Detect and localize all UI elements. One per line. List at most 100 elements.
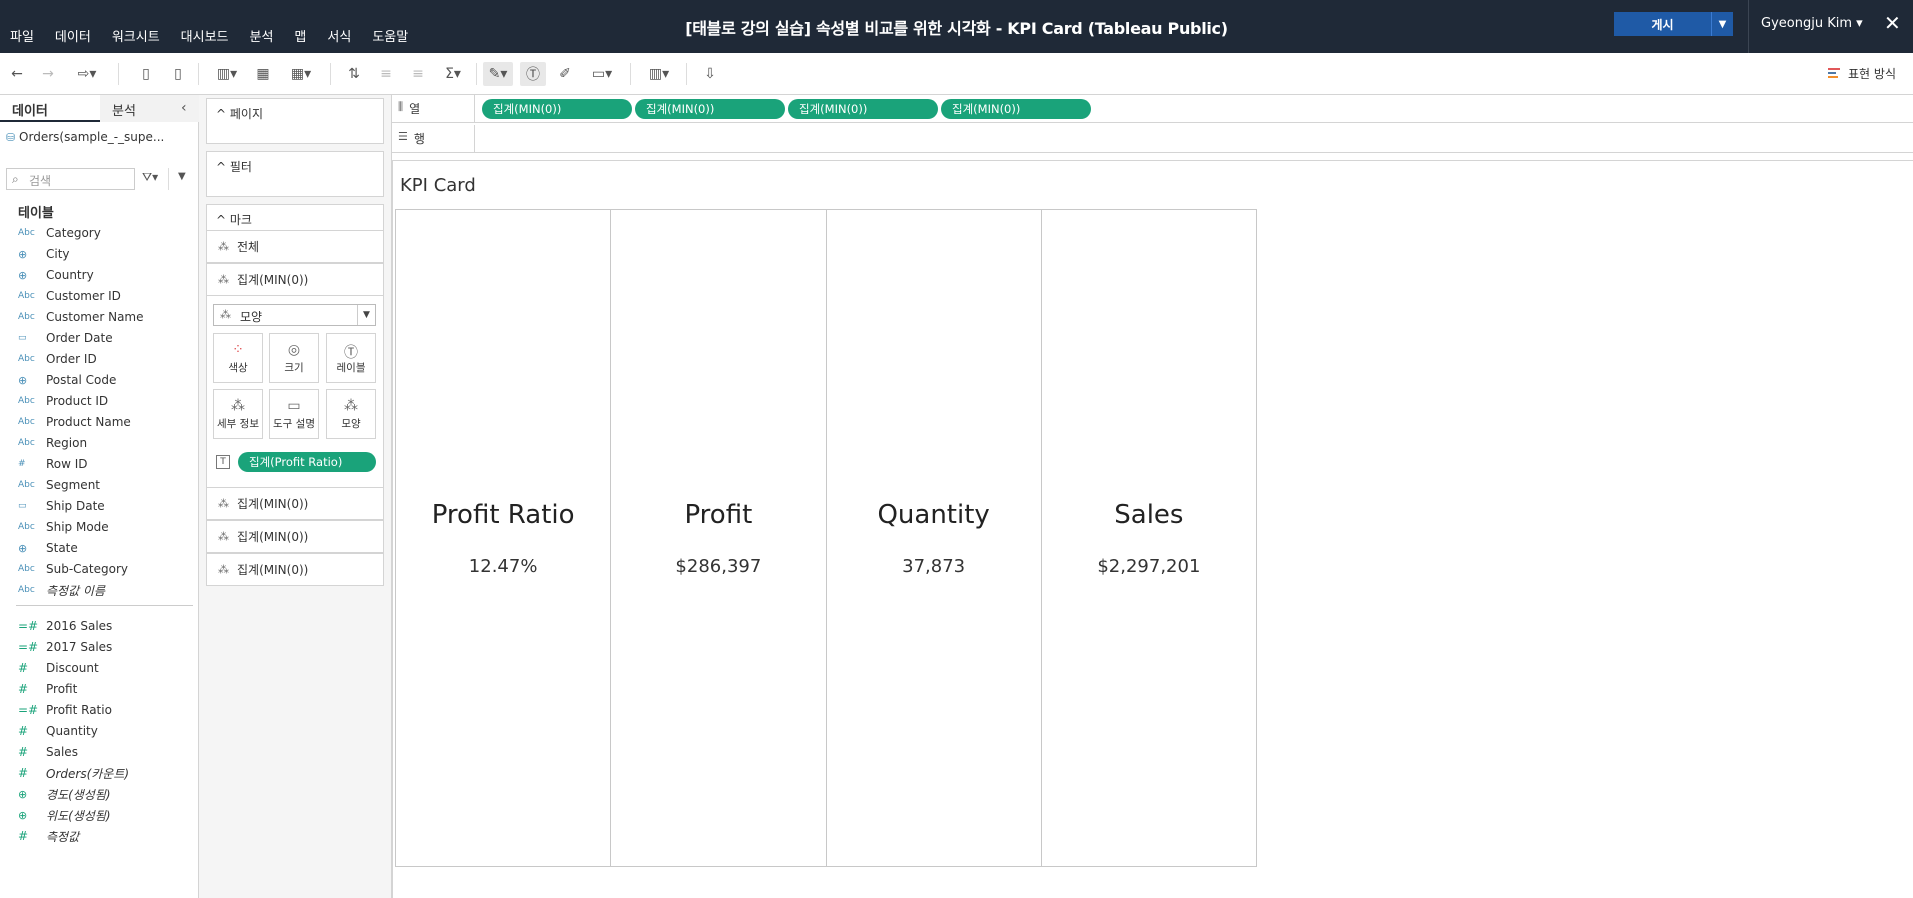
kpi-cell[interactable]: Sales $2,297,201: [1042, 210, 1256, 866]
field-item[interactable]: ⊕ Country: [18, 266, 94, 284]
publish-dropdown-icon[interactable]: ▼: [1711, 12, 1733, 36]
column-pill[interactable]: 집계(MIN(0)): [635, 99, 785, 119]
publish-button[interactable]: 게시: [1614, 12, 1711, 36]
menu-format[interactable]: 서식: [327, 26, 351, 45]
shape-button[interactable]: ⁂ 모양: [326, 389, 376, 439]
field-item[interactable]: =# 2016 Sales: [18, 617, 112, 635]
field-item[interactable]: Abc Customer Name: [18, 308, 144, 326]
pause-updates-icon[interactable]: ▯: [168, 62, 188, 86]
swap-rows-columns-icon[interactable]: ⇅: [344, 62, 364, 86]
field-item[interactable]: Abc Category: [18, 224, 101, 242]
collapse-caret-icon[interactable]: ^: [216, 213, 226, 227]
user-menu[interactable]: Gyeongju Kim ▾: [1761, 16, 1863, 31]
color-button[interactable]: ⁘ 색상: [213, 333, 263, 383]
field-item[interactable]: Abc Ship Mode: [18, 518, 109, 536]
duplicate-sheet-icon[interactable]: ▦: [252, 62, 274, 86]
kpi-cell[interactable]: Profit $286,397: [611, 210, 827, 866]
field-item[interactable]: ⊕ 위도(생성됨): [18, 806, 111, 824]
field-item[interactable]: # Profit: [18, 680, 77, 698]
marks-tab-agg[interactable]: ⁂ 집계(MIN(0)): [206, 553, 384, 586]
menu-data[interactable]: 데이터: [55, 26, 91, 45]
mark-type-dropdown[interactable]: ⁂ 모양 ▼: [213, 304, 376, 326]
undo-icon[interactable]: ←: [8, 62, 26, 86]
field-item[interactable]: # 측정값: [18, 827, 79, 845]
menu-worksheet[interactable]: 워크시트: [112, 26, 160, 45]
totals-icon[interactable]: Σ▾: [440, 62, 466, 86]
presentation-mode-icon[interactable]: ▥▾: [642, 62, 676, 86]
cards-pane: ^ 페이지 ^ 필터 ^ 마크 ⁂ 전체 ⁂ 집계(MIN(0)) ⁂ 모양 ▼ ⁘…: [199, 95, 392, 898]
datasource-item[interactable]: ⛁ Orders(sample_-_supe...: [6, 130, 164, 144]
menu-dashboard[interactable]: 대시보드: [181, 26, 229, 45]
field-item[interactable]: # Sales: [18, 743, 78, 761]
tab-data[interactable]: 데이터: [0, 95, 100, 122]
label-button[interactable]: Ⓣ 레이블: [326, 333, 376, 383]
field-item[interactable]: # Discount: [18, 659, 99, 677]
search-input[interactable]: ⌕ 검색: [6, 168, 135, 190]
pages-card[interactable]: ^ 페이지: [206, 98, 384, 144]
field-item[interactable]: Abc Customer ID: [18, 287, 121, 305]
redo-icon[interactable]: →: [39, 62, 57, 86]
column-pill[interactable]: 집계(MIN(0)): [788, 99, 938, 119]
format-workbook-icon[interactable]: ✐: [554, 62, 576, 86]
menu-analysis[interactable]: 분석: [250, 26, 274, 45]
replay-icon[interactable]: ⇨▾: [70, 62, 104, 86]
field-item[interactable]: Abc Sub-Category: [18, 560, 128, 578]
field-item[interactable]: ⊕ City: [18, 245, 70, 263]
shapes-icon: ⁂: [218, 530, 229, 543]
sheet-title[interactable]: KPI Card: [400, 175, 476, 196]
field-item[interactable]: ▭ Order Date: [18, 329, 113, 347]
marks-tab-agg[interactable]: ⁂ 집계(MIN(0)): [206, 263, 384, 296]
size-button[interactable]: ◎ 크기: [269, 333, 319, 383]
collapse-caret-icon[interactable]: ^: [216, 107, 226, 121]
field-item[interactable]: # Quantity: [18, 722, 98, 740]
close-icon[interactable]: ✕: [1884, 11, 1901, 35]
collapse-pane-icon[interactable]: ‹: [181, 100, 187, 116]
menu-file[interactable]: 파일: [10, 26, 34, 45]
show-labels-icon[interactable]: Ⓣ: [520, 62, 546, 86]
marks-tab-agg[interactable]: ⁂ 집계(MIN(0)): [206, 487, 384, 520]
field-item[interactable]: Abc 측정값 이름: [18, 581, 105, 599]
label-pill[interactable]: 집계(Profit Ratio): [238, 452, 376, 472]
columns-shelf[interactable]: ⫼ 열 집계(MIN(0)) 집계(MIN(0)) 집계(MIN(0)) 집계(…: [392, 95, 1913, 123]
new-datasource-icon[interactable]: ▯: [136, 62, 156, 86]
kpi-cell[interactable]: Quantity 37,873: [827, 210, 1042, 866]
detail-button[interactable]: ⁂ 세부 정보: [213, 389, 263, 439]
sort-descending-icon[interactable]: ≡: [408, 62, 428, 86]
field-item[interactable]: ⊕ 경도(생성됨): [18, 785, 111, 803]
field-item[interactable]: =# Profit Ratio: [18, 701, 112, 719]
field-name: 2016 Sales: [46, 619, 113, 633]
kpi-cell[interactable]: Profit Ratio 12.47%: [396, 210, 612, 866]
field-item[interactable]: Abc Order ID: [18, 350, 97, 368]
field-item[interactable]: Abc Segment: [18, 476, 100, 494]
new-worksheet-icon[interactable]: ▥▾: [214, 62, 240, 86]
filter-fields-icon[interactable]: ⛛▾: [142, 170, 158, 185]
marks-tab-all[interactable]: ⁂ 전체: [206, 230, 384, 263]
highlight-icon[interactable]: ✎▾: [483, 62, 513, 86]
menu-map[interactable]: 맵: [294, 26, 306, 45]
field-item[interactable]: Abc Product ID: [18, 392, 108, 410]
field-item[interactable]: # Row ID: [18, 455, 88, 473]
rows-shelf[interactable]: ☰ 행: [392, 125, 1913, 153]
field-item[interactable]: Abc Region: [18, 434, 87, 452]
field-item[interactable]: Abc Product Name: [18, 413, 131, 431]
column-pill[interactable]: 집계(MIN(0)): [482, 99, 632, 119]
show-me-button[interactable]: 표현 방식: [1828, 65, 1896, 82]
collapse-caret-icon[interactable]: ^: [216, 160, 226, 174]
field-item[interactable]: ▭ Ship Date: [18, 497, 105, 515]
column-pill[interactable]: 집계(MIN(0)): [941, 99, 1091, 119]
field-type-icon: #: [18, 682, 29, 696]
tooltip-button[interactable]: ▭ 도구 설명: [269, 389, 319, 439]
field-item[interactable]: ⊕ State: [18, 539, 78, 557]
data-pane-menu-icon[interactable]: ▼: [178, 171, 186, 182]
menu-help[interactable]: 도움말: [372, 26, 408, 45]
field-item[interactable]: # Orders(카운트): [18, 764, 129, 782]
share-icon[interactable]: ⇩: [700, 62, 720, 86]
sort-ascending-icon[interactable]: ≡: [376, 62, 396, 86]
field-item[interactable]: ⊕ Postal Code: [18, 371, 116, 389]
fit-icon[interactable]: ▭▾: [585, 62, 619, 86]
marks-tab-label: 전체: [237, 240, 260, 254]
filters-card[interactable]: ^ 필터: [206, 151, 384, 197]
marks-tab-agg[interactable]: ⁂ 집계(MIN(0)): [206, 520, 384, 553]
field-item[interactable]: =# 2017 Sales: [18, 638, 112, 656]
clear-sheet-icon[interactable]: ▦▾: [286, 62, 316, 86]
